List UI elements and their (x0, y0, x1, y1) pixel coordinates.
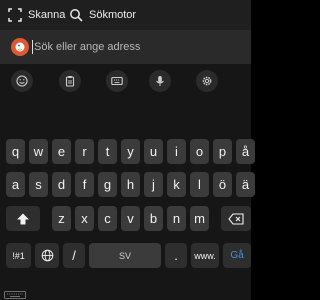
key-l[interactable]: l (190, 172, 209, 197)
address-input[interactable] (34, 38, 239, 56)
key-q[interactable]: q (6, 139, 25, 164)
www-key[interactable]: www. (191, 243, 219, 268)
key-i[interactable]: i (167, 139, 186, 164)
settings-icon (202, 76, 212, 86)
shift-arrow-icon (17, 213, 29, 224)
clipboard-button[interactable] (59, 70, 81, 92)
key-a-umlaut[interactable]: ä (236, 172, 255, 197)
key-o[interactable]: o (190, 139, 209, 164)
keyboard-icon (111, 76, 123, 86)
key-f[interactable]: f (75, 172, 94, 197)
key-m[interactable]: m (190, 206, 209, 231)
clipboard-icon (65, 76, 75, 87)
key-p[interactable]: p (213, 139, 232, 164)
key-n[interactable]: n (167, 206, 186, 231)
keyboard-hide-icon[interactable] (4, 291, 26, 299)
keyboard-settings-button[interactable] (196, 70, 218, 92)
keyboard-mode-button[interactable] (106, 70, 128, 92)
key-v[interactable]: v (121, 206, 140, 231)
key-z[interactable]: z (52, 206, 71, 231)
shift-key[interactable] (6, 206, 40, 231)
emoji-icon (16, 75, 28, 87)
slash-key[interactable]: / (63, 243, 85, 268)
scan-label: Skanna (28, 9, 66, 21)
key-g[interactable]: g (98, 172, 117, 197)
key-w[interactable]: w (29, 139, 48, 164)
search-engine-button[interactable]: Sökmotor (69, 6, 136, 24)
globe-icon (41, 249, 53, 262)
language-key[interactable] (35, 243, 59, 268)
symbols-key[interactable]: !#1 (6, 243, 31, 268)
on-screen-keyboard: q w e r t y u i o p å a s d f g h j k l … (0, 64, 255, 300)
backspace-key[interactable] (221, 206, 251, 231)
search-engine-label: Sökmotor (89, 9, 137, 21)
search-icon (70, 9, 83, 22)
scan-button[interactable]: Skanna (8, 6, 65, 24)
key-u[interactable]: u (144, 139, 163, 164)
key-s[interactable]: s (29, 172, 48, 197)
key-b[interactable]: b (144, 206, 163, 231)
go-key[interactable]: Gå (223, 243, 251, 268)
key-x[interactable]: x (75, 206, 94, 231)
key-j[interactable]: j (144, 172, 163, 197)
key-d[interactable]: d (52, 172, 71, 197)
scan-icon (8, 8, 22, 22)
microphone-icon (156, 76, 164, 86)
key-a[interactable]: a (6, 172, 25, 197)
key-c[interactable]: c (98, 206, 117, 231)
duckduckgo-logo-icon (11, 38, 29, 56)
text-cursor (32, 40, 33, 54)
key-y[interactable]: y (121, 139, 140, 164)
key-t[interactable]: t (98, 139, 117, 164)
emoji-button[interactable] (11, 70, 33, 92)
key-k[interactable]: k (167, 172, 186, 197)
backspace-icon (228, 212, 244, 225)
voice-input-button[interactable] (149, 70, 171, 92)
key-r[interactable]: r (75, 139, 94, 164)
space-key[interactable]: SV (89, 243, 161, 268)
key-e[interactable]: e (52, 139, 71, 164)
key-h[interactable]: h (121, 172, 140, 197)
address-bar (0, 30, 251, 64)
period-key[interactable]: . (165, 243, 187, 268)
browser-top-bar: Skanna Sökmotor (0, 0, 251, 30)
key-a-ring[interactable]: å (236, 139, 255, 164)
key-o-umlaut[interactable]: ö (213, 172, 232, 197)
